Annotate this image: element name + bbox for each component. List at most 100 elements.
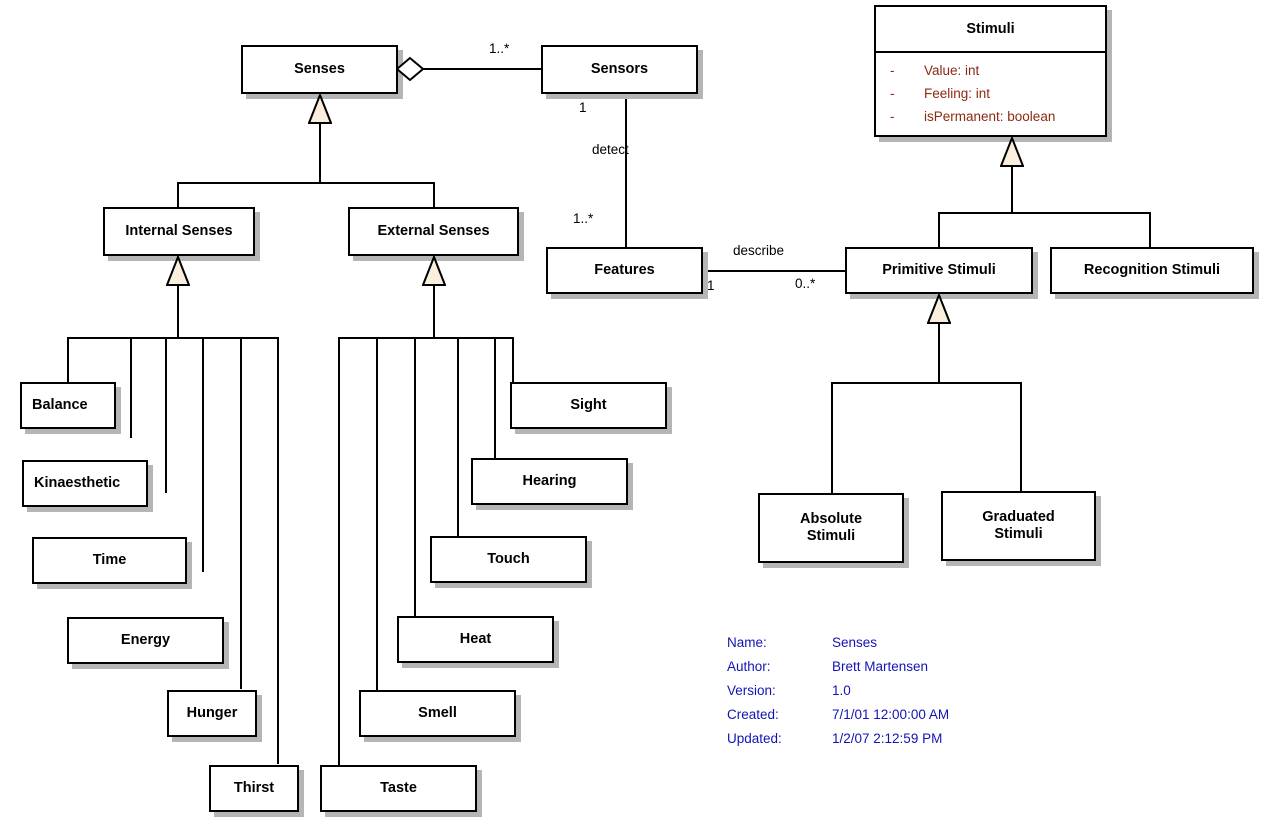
attribute-row: - Value: int [876, 59, 1105, 82]
metadata-row: Name: Senses [727, 635, 949, 659]
class-box-energy[interactable]: Energy [67, 617, 224, 664]
drop-line-heat [414, 337, 416, 617]
class-box-senses[interactable]: Senses [241, 45, 398, 94]
class-box-stimuli[interactable]: Stimuli - Value: int - Feeling: int - is… [874, 5, 1107, 137]
metadata-key: Updated: [727, 731, 782, 746]
metadata-row: Author: Brett Martensen [727, 659, 949, 683]
metadata-key: Name: [727, 635, 767, 650]
multiplicity-sensors-1-star: 1..* [489, 41, 510, 56]
diagram-metadata-block: Name: Senses Author: Brett Martensen Ver… [727, 635, 949, 755]
association-line-sensors-features [625, 94, 627, 249]
class-box-hearing[interactable]: Hearing [471, 458, 628, 505]
generalization-stem-internal-senses [177, 285, 179, 338]
drop-line-touch [457, 337, 459, 537]
class-box-time[interactable]: Time [32, 537, 187, 584]
class-name-taste: Taste [380, 780, 417, 797]
class-box-thirst[interactable]: Thirst [209, 765, 299, 812]
generalization-bar-senses [177, 182, 435, 184]
generalization-bar-stimuli [938, 212, 1150, 214]
metadata-row: Version: 1.0 [727, 683, 949, 707]
multiplicity-primitive-0-star: 0..* [795, 276, 816, 291]
class-name-stimuli: Stimuli [876, 7, 1105, 53]
class-name-features: Features [594, 262, 655, 279]
drop-line-graduated-stimuli [1020, 382, 1022, 492]
attribute-visibility: - [890, 63, 895, 78]
class-box-internal-senses[interactable]: Internal Senses [103, 207, 255, 256]
attribute-visibility: - [890, 86, 895, 102]
association-label-describe: describe [733, 243, 785, 258]
drop-line-sight [512, 337, 514, 383]
association-line-features-primitive [703, 270, 845, 272]
class-name-recognition-stimuli: Recognition Stimuli [1083, 262, 1221, 279]
class-name-touch: Touch [487, 551, 530, 568]
metadata-row: Created: 7/1/01 12:00:00 AM [727, 707, 949, 731]
generalization-stem-senses [319, 123, 321, 183]
class-box-sensors[interactable]: Sensors [541, 45, 698, 94]
class-box-sight[interactable]: Sight [510, 382, 667, 429]
metadata-value: Brett Martensen [832, 659, 929, 674]
class-box-smell[interactable]: Smell [359, 690, 516, 737]
drop-line-hearing [494, 337, 496, 459]
attribute-signature: isPermanent: boolean [924, 109, 1056, 125]
class-name-absolute-stimuli: Absolute Stimuli [799, 511, 863, 544]
class-box-touch[interactable]: Touch [430, 536, 587, 583]
generalization-stem-primitive-stimuli [938, 323, 940, 383]
attribute-signature: Feeling: int [924, 86, 991, 102]
attribute-visibility: - [890, 109, 895, 125]
class-box-graduated-stimuli[interactable]: Graduated Stimuli [941, 491, 1096, 561]
uml-diagram-canvas: Senses Sensors 1..* 1 detect 1..* Featur… [0, 0, 1267, 829]
metadata-value: 7/1/01 12:00:00 AM [832, 707, 950, 722]
generalization-drop-external [433, 182, 435, 208]
class-name-smell: Smell [418, 705, 457, 722]
metadata-row: Updated: 1/2/07 2:12:59 PM [727, 731, 949, 755]
class-box-hunger[interactable]: Hunger [167, 690, 257, 737]
attribute-row: - isPermanent: boolean [876, 105, 1105, 128]
class-name-hearing: Hearing [522, 473, 577, 490]
class-name-kinaesthetic: Kinaesthetic [34, 475, 121, 492]
drop-line-primitive-stimuli [938, 212, 940, 248]
class-box-external-senses[interactable]: External Senses [348, 207, 519, 256]
drop-line-recognition-stimuli [1149, 212, 1151, 248]
class-name-time: Time [92, 552, 127, 569]
association-line-senses-sensors [420, 68, 541, 70]
class-box-recognition-stimuli[interactable]: Recognition Stimuli [1050, 247, 1254, 294]
drop-line-thirst [277, 337, 279, 764]
attribute-signature: Value: int [924, 63, 980, 78]
class-name-balance: Balance [32, 397, 88, 414]
drop-line-balance [67, 337, 69, 383]
drop-line-energy [202, 337, 204, 572]
generalization-bar-external-senses [338, 337, 514, 339]
metadata-key: Author: [727, 659, 771, 674]
association-label-detect: detect [592, 142, 629, 157]
class-box-heat[interactable]: Heat [397, 616, 554, 663]
multiplicity-sensors-1: 1 [579, 100, 587, 115]
class-box-absolute-stimuli[interactable]: Absolute Stimuli [758, 493, 904, 563]
class-name-hunger: Hunger [186, 705, 238, 722]
metadata-value: Senses [832, 635, 878, 650]
generalization-bar-internal-senses [67, 337, 279, 339]
generalization-bar-primitive-stimuli [831, 382, 1022, 384]
class-name-heat: Heat [459, 631, 492, 648]
drop-line-taste [338, 337, 340, 765]
class-box-taste[interactable]: Taste [320, 765, 477, 812]
class-name-thirst: Thirst [233, 780, 275, 797]
multiplicity-features-1-star: 1..* [573, 211, 594, 226]
metadata-value: 1.0 [832, 683, 851, 698]
generalization-drop-internal [177, 182, 179, 208]
class-name-sensors: Sensors [590, 61, 649, 78]
class-box-primitive-stimuli[interactable]: Primitive Stimuli [845, 247, 1033, 294]
drop-line-time [165, 337, 167, 493]
metadata-key: Version: [727, 683, 776, 698]
metadata-value: 1/2/07 2:12:59 PM [832, 731, 943, 746]
class-box-balance[interactable]: Balance [20, 382, 116, 429]
class-name-sight: Sight [570, 397, 607, 414]
class-name-internal-senses: Internal Senses [125, 223, 233, 240]
class-box-features[interactable]: Features [546, 247, 703, 294]
class-name-energy: Energy [120, 632, 171, 649]
metadata-key: Created: [727, 707, 779, 722]
class-name-senses: Senses [294, 61, 345, 78]
drop-line-kinaesthetic [130, 337, 132, 438]
multiplicity-features-1: 1 [707, 278, 715, 293]
class-name-graduated-stimuli: Graduated Stimuli [982, 509, 1055, 542]
class-box-kinaesthetic[interactable]: Kinaesthetic [22, 460, 148, 507]
